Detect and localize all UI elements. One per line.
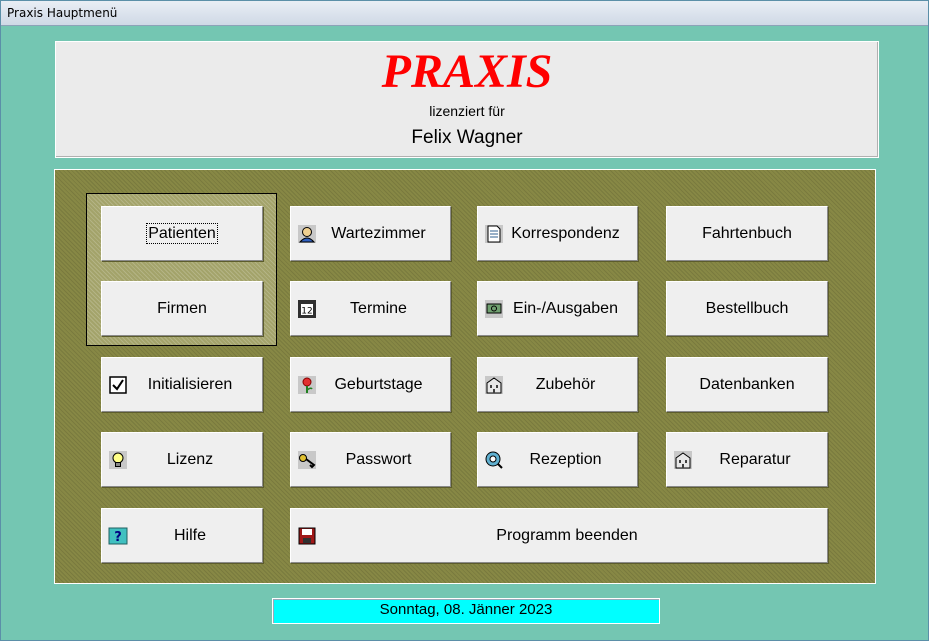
ein-ausgaben-button[interactable]: Ein-/Ausgaben bbox=[477, 281, 638, 336]
rezeption-button[interactable]: Rezeption bbox=[477, 432, 638, 487]
korrespondenz-label: Korrespondenz bbox=[511, 224, 620, 242]
zubehoer-button[interactable]: Zubehör bbox=[477, 357, 638, 412]
patienten-button[interactable]: Patienten bbox=[101, 206, 263, 261]
rezeption-label: Rezeption bbox=[529, 450, 602, 468]
building-icon bbox=[673, 450, 693, 470]
geburtstage-button[interactable]: Geburtstage bbox=[290, 357, 451, 412]
geburtstage-label: Geburtstage bbox=[334, 375, 423, 393]
window-title: Praxis Hauptmenü bbox=[7, 6, 118, 20]
wartezimmer-button[interactable]: Wartezimmer bbox=[290, 206, 451, 261]
title-bar[interactable]: Praxis Hauptmenü bbox=[1, 1, 928, 26]
svg-text:12: 12 bbox=[301, 306, 312, 316]
datenbanken-button[interactable]: Datenbanken bbox=[666, 357, 828, 412]
building-icon bbox=[484, 375, 504, 395]
fahrtenbuch-button[interactable]: Fahrtenbuch bbox=[666, 206, 828, 261]
lizenz-label: Lizenz bbox=[166, 450, 214, 468]
licensed-for-label: lizenziert für bbox=[429, 103, 505, 119]
hilfe-button[interactable]: ? Hilfe bbox=[101, 508, 263, 563]
initialisieren-button[interactable]: Initialisieren bbox=[101, 357, 263, 412]
fahrtenbuch-label: Fahrtenbuch bbox=[702, 224, 792, 242]
licensee-name: Felix Wagner bbox=[411, 127, 523, 148]
person-icon bbox=[297, 224, 317, 244]
firmen-label: Firmen bbox=[157, 299, 207, 317]
flower-icon bbox=[297, 375, 317, 395]
bestellbuch-label: Bestellbuch bbox=[705, 299, 789, 317]
checkbox-icon bbox=[108, 375, 128, 395]
exit-disk-icon bbox=[297, 526, 317, 546]
svg-text:?: ? bbox=[114, 530, 122, 545]
key-icon bbox=[297, 450, 317, 470]
document-icon bbox=[484, 224, 504, 244]
lizenz-button[interactable]: Lizenz bbox=[101, 432, 263, 487]
money-icon bbox=[484, 299, 504, 319]
datenbanken-label: Datenbanken bbox=[699, 375, 795, 393]
reception-icon bbox=[484, 450, 504, 470]
reparatur-button[interactable]: Reparatur bbox=[666, 432, 828, 487]
lightbulb-icon bbox=[108, 450, 128, 470]
passwort-button[interactable]: Passwort bbox=[290, 432, 451, 487]
korrespondenz-button[interactable]: Korrespondenz bbox=[477, 206, 638, 261]
question-icon: ? bbox=[108, 526, 128, 546]
termine-button[interactable]: 12 Termine bbox=[290, 281, 451, 336]
date-status: Sonntag, 08. Jänner 2023 bbox=[272, 598, 660, 624]
hilfe-label: Hilfe bbox=[173, 526, 206, 544]
zubehoer-label: Zubehör bbox=[535, 375, 596, 393]
calendar-icon: 12 bbox=[297, 299, 317, 319]
termine-label: Termine bbox=[350, 299, 407, 317]
ein-ausgaben-label: Ein-/Ausgaben bbox=[513, 299, 618, 317]
app-name: PRAXIS bbox=[381, 45, 553, 98]
programm-beenden-label: Programm beenden bbox=[496, 526, 638, 544]
reparatur-label: Reparatur bbox=[719, 450, 791, 468]
initialisieren-label: Initialisieren bbox=[147, 375, 233, 393]
firmen-button[interactable]: Firmen bbox=[101, 281, 263, 336]
patienten-label: Patienten bbox=[146, 222, 218, 244]
bestellbuch-button[interactable]: Bestellbuch bbox=[666, 281, 828, 336]
license-header: PRAXIS lizenziert für Felix Wagner bbox=[55, 41, 879, 158]
wartezimmer-label: Wartezimmer bbox=[331, 224, 426, 242]
programm-beenden-button[interactable]: Programm beenden bbox=[290, 508, 828, 563]
passwort-label: Passwort bbox=[345, 450, 412, 468]
